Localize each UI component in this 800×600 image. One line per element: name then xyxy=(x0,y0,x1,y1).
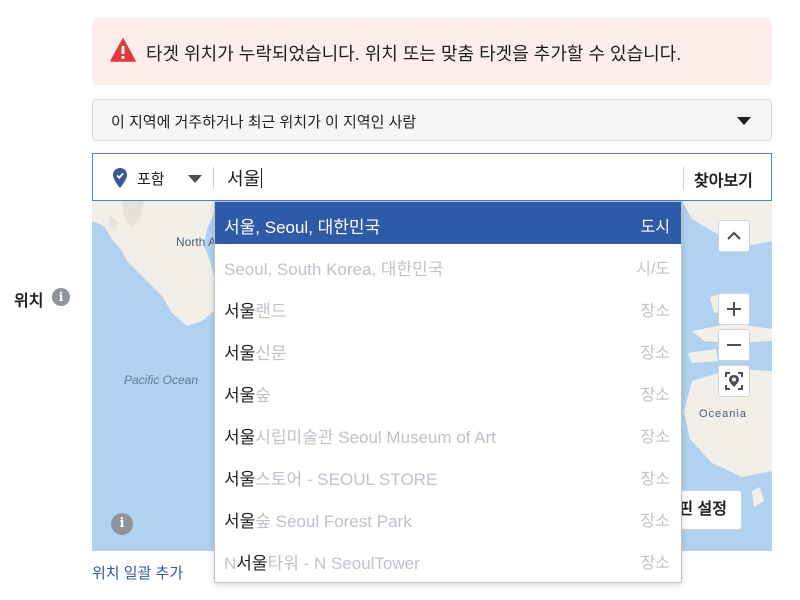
suggestion-rest: 스토어 - SEOUL STORE xyxy=(255,470,438,489)
suggestion-rest: 숲 Seoul Forest Park xyxy=(255,512,412,531)
browse-button[interactable]: 찾아보기 xyxy=(694,167,753,191)
suggestion-item[interactable]: 서울시립미술관 Seoul Museum of Art 장소 xyxy=(215,412,681,454)
chevron-up-icon xyxy=(727,231,741,240)
suggestion-match: 서울 xyxy=(224,302,256,321)
warning-banner: 타겟 위치가 누락되었습니다. 위치 또는 맞춤 타겟을 추가할 수 있습니다. xyxy=(92,18,772,85)
suggestion-prefix: N xyxy=(224,554,237,573)
info-icon[interactable]: i xyxy=(52,288,70,306)
suggestion-item[interactable]: 서울랜드 장소 xyxy=(215,286,681,328)
suggestion-item[interactable]: Seoul, South Korea, 대한민국 시/도 xyxy=(215,244,681,286)
suggestion-rest: 시립미술관 Seoul Museum of Art xyxy=(255,428,497,447)
suggestion-type: 장소 xyxy=(640,345,670,362)
suggestion-rest: 숲 xyxy=(255,386,271,405)
suggestion-match: 서울 xyxy=(224,470,256,489)
suggestion-item[interactable]: 서울숲 Seoul Forest Park 장소 xyxy=(215,496,681,538)
suggestion-match: 서울 xyxy=(224,512,256,531)
suggestion-type: 장소 xyxy=(640,471,670,488)
suggestion-item[interactable]: N서울타워 - N SeoulTower 장소 xyxy=(215,538,681,580)
location-pin-icon xyxy=(113,168,127,188)
suggestion-type: 시/도 xyxy=(636,261,670,278)
suggestion-type: 장소 xyxy=(640,513,670,530)
suggestion-type: 장소 xyxy=(640,387,670,404)
warning-text: 타겟 위치가 누락되었습니다. 위치 또는 맞춤 타겟을 추가할 수 있습니다. xyxy=(146,44,682,64)
suggestion-type: 장소 xyxy=(640,303,670,320)
map-info-icon[interactable]: i xyxy=(111,513,133,535)
audience-select[interactable]: 이 지역에 거주하거나 최근 위치가 이 지역인 사람 xyxy=(92,99,772,141)
suggestion-match: 서울 xyxy=(236,554,268,573)
text-cursor xyxy=(261,168,263,188)
location-suggestions: 서울, Seoul, 대한민국 도시 Seoul, South Korea, 대… xyxy=(214,201,682,583)
map-label-pacific-ocean: Pacific Ocean xyxy=(124,373,199,387)
suggestion-match: 서울 xyxy=(224,344,256,363)
audience-select-value: 이 지역에 거주하거나 최근 위치가 이 지역인 사람 xyxy=(111,114,417,131)
suggestion-type: 장소 xyxy=(640,429,670,446)
chevron-down-icon xyxy=(737,117,751,125)
suggestion-item[interactable]: 서울숲 장소 xyxy=(215,370,681,412)
zoom-in-button[interactable] xyxy=(718,293,750,325)
location-search-bar[interactable]: 포함 서울 찾아보기 xyxy=(92,153,772,201)
suggestion-item[interactable]: 서울스토어 - SEOUL STORE 장소 xyxy=(215,454,681,496)
recenter-button[interactable] xyxy=(718,365,750,397)
minus-icon xyxy=(727,344,741,346)
suggestion-type: 도시 xyxy=(640,219,670,236)
location-label: 위치 xyxy=(14,293,44,310)
suggestion-rest: Seoul, South Korea, 대한민국 xyxy=(224,260,444,279)
divider xyxy=(213,167,214,189)
suggestion-rest: 타워 - N SeoulTower xyxy=(267,554,420,573)
zoom-out-button[interactable] xyxy=(718,329,750,361)
suggestion-item[interactable]: 서울, Seoul, 대한민국 도시 xyxy=(215,202,681,244)
plus-icon xyxy=(727,302,741,316)
locate-icon xyxy=(725,372,743,390)
divider xyxy=(683,167,684,189)
suggestion-type: 장소 xyxy=(640,555,670,572)
suggestion-item[interactable]: 서울신문 장소 xyxy=(215,328,681,370)
location-search-input[interactable]: 서울 xyxy=(227,165,263,191)
suggestion-match: 서울, Seoul, 대한민국 xyxy=(224,218,381,237)
suggestion-rest: 랜드 xyxy=(255,302,287,321)
map-collapse-button[interactable] xyxy=(718,220,750,252)
search-query: 서울 xyxy=(227,169,261,189)
suggestion-rest: 신문 xyxy=(255,344,287,363)
warning-triangle-icon xyxy=(110,38,136,62)
chevron-down-icon[interactable] xyxy=(188,175,202,183)
include-dropdown-label[interactable]: 포함 xyxy=(137,168,165,189)
suggestion-match: 서울 xyxy=(224,428,256,447)
bulk-add-locations-link[interactable]: 위치 일괄 추가 xyxy=(92,562,183,583)
map-label-oceania: Oceania xyxy=(699,408,747,420)
suggestion-match: 서울 xyxy=(224,386,256,405)
